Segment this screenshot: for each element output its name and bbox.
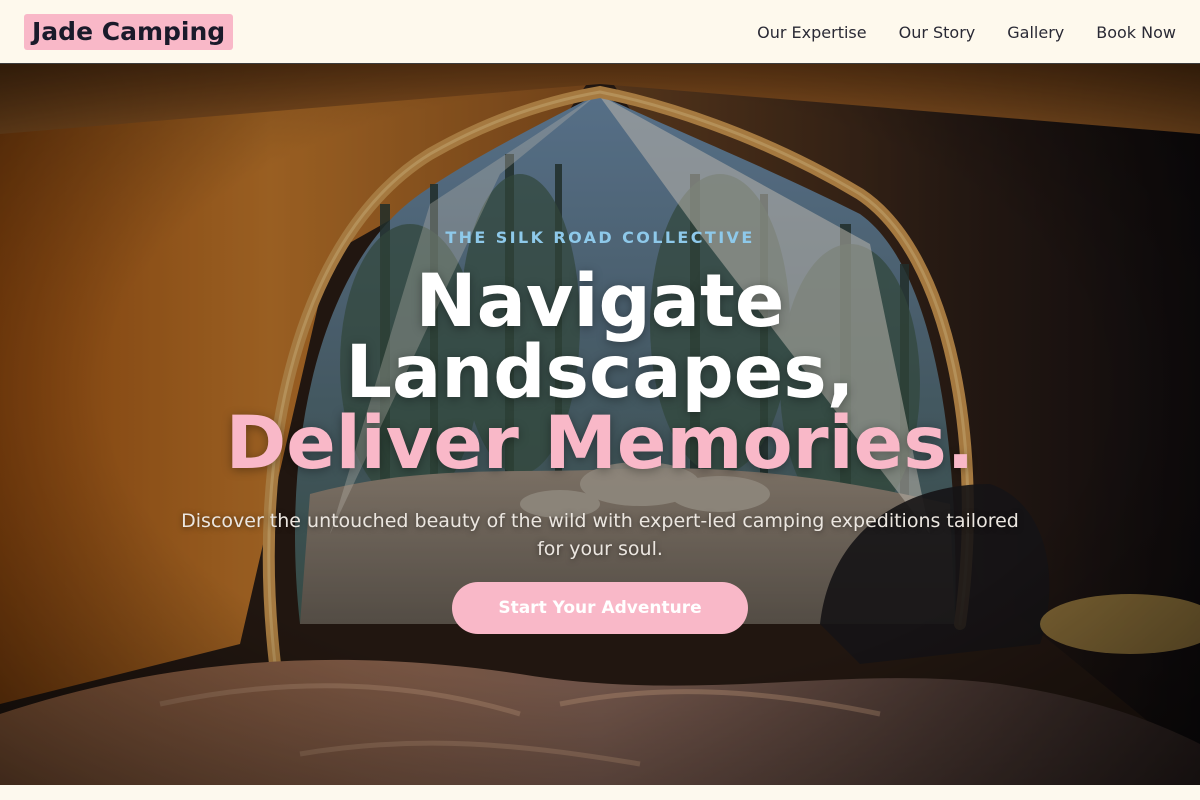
nav-link-book-now[interactable]: Book Now <box>1096 23 1176 42</box>
hero-headline: Navigate Landscapes, Deliver Memories. <box>0 259 1200 486</box>
main-nav: Our Expertise Our Story Gallery Book Now <box>725 0 1176 64</box>
headline-line-1: Navigate <box>415 259 785 344</box>
hero-section: THE SILK ROAD COLLECTIVE Navigate Landsc… <box>0 64 1200 785</box>
nav-link-gallery[interactable]: Gallery <box>1007 23 1064 42</box>
headline-line-2: Landscapes, <box>345 330 855 415</box>
start-adventure-button[interactable]: Start Your Adventure <box>452 582 748 634</box>
site-header: Jade Camping Our Expertise Our Story Gal… <box>0 0 1200 64</box>
page-bottom-strip <box>0 785 1200 800</box>
hero-content: THE SILK ROAD COLLECTIVE Navigate Landsc… <box>0 64 1200 785</box>
logo[interactable]: Jade Camping <box>24 14 234 50</box>
hero-kicker: THE SILK ROAD COLLECTIVE <box>445 228 755 247</box>
hero-subtitle: Discover the untouched beauty of the wil… <box>181 510 1019 560</box>
nav-link-our-story[interactable]: Our Story <box>899 23 976 42</box>
headline-accent-line: Deliver Memories. <box>225 401 975 486</box>
nav-link-our-expertise[interactable]: Our Expertise <box>757 23 866 42</box>
